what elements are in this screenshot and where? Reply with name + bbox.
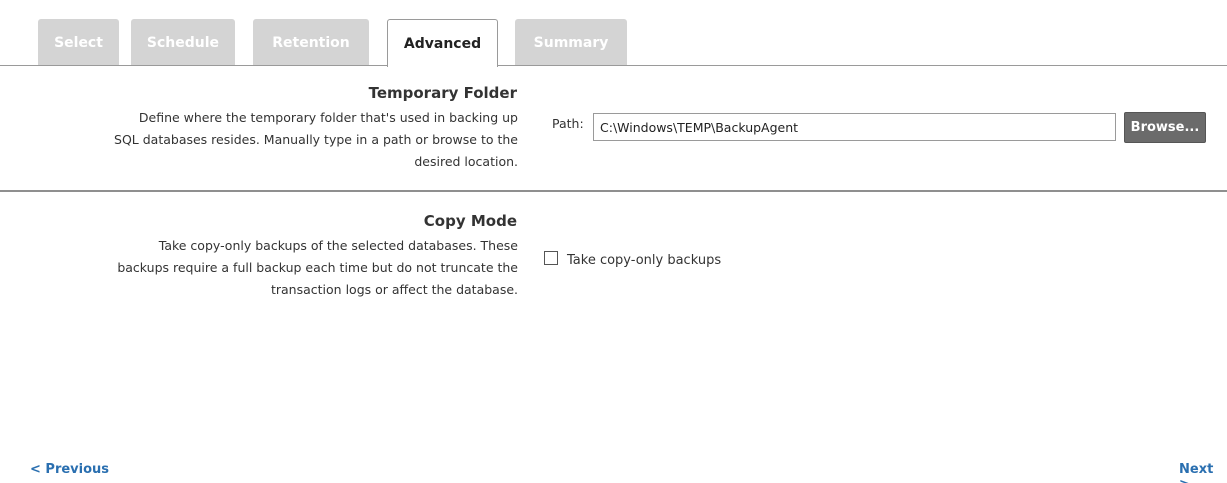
tab-bar: Select Schedule Retention Advanced Summa… (0, 0, 1227, 67)
previous-link[interactable]: < Previous (30, 462, 109, 477)
tab-retention[interactable]: Retention (253, 19, 369, 66)
tab-summary[interactable]: Summary (515, 19, 627, 66)
copy-mode-description-line: Take copy-only backups of the selected d… (158, 238, 518, 253)
copy-mode-description: Take copy-only backups of the selected d… (30, 235, 518, 301)
tab-select[interactable]: Select (38, 19, 119, 66)
next-link[interactable]: Next > (1179, 462, 1227, 483)
copy-mode-title: Copy Mode (423, 212, 517, 230)
section-divider (0, 190, 1227, 192)
copy-only-checkbox-row: Take copy-only backups (544, 247, 721, 268)
temporary-folder-title: Temporary Folder (368, 84, 517, 102)
temporary-folder-description: Define where the temporary folder that's… (30, 107, 518, 173)
temporary-folder-description-line: Define where the temporary folder that's… (138, 110, 518, 125)
tab-advanced[interactable]: Advanced (387, 19, 498, 67)
browse-button[interactable]: Browse... (1124, 112, 1206, 143)
tab-schedule[interactable]: Schedule (131, 19, 235, 66)
temporary-folder-description-line: SQL databases resides. Manually type in … (114, 132, 518, 147)
copy-only-checkbox-label[interactable]: Take copy-only backups (567, 253, 721, 268)
copy-only-checkbox[interactable] (544, 250, 558, 265)
temporary-folder-description-line: desired location. (414, 154, 518, 169)
copy-mode-description-line: backups require a full backup each time … (117, 260, 518, 275)
tab-bar-underline (0, 65, 1227, 66)
path-label: Path: (552, 116, 584, 131)
copy-mode-description-line: transaction logs or affect the database. (270, 282, 518, 297)
path-input[interactable] (593, 113, 1116, 141)
